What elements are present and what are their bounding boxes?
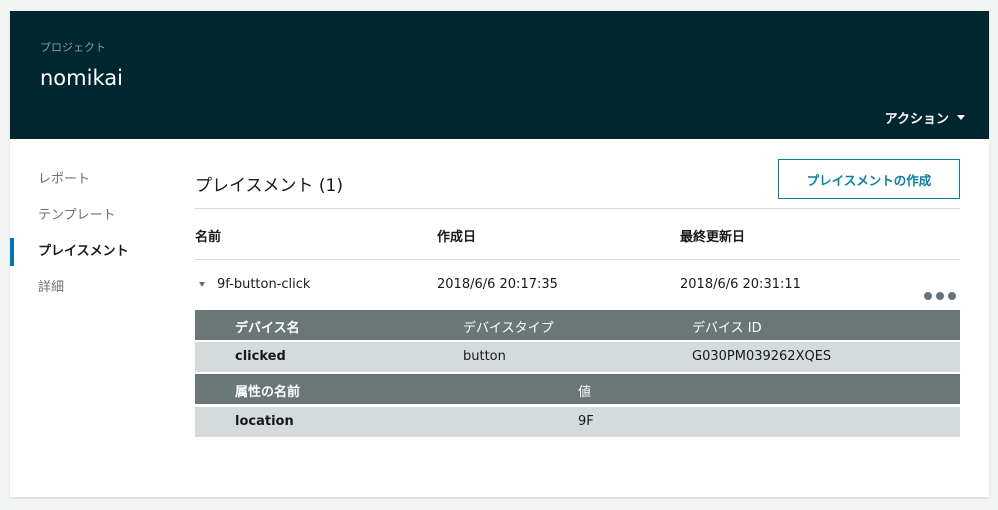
expand-caret-icon[interactable]: [199, 282, 205, 287]
nav-item-templates[interactable]: テンプレート: [10, 202, 180, 238]
actions-label: アクション: [884, 112, 949, 127]
more-options-icon[interactable]: [924, 292, 956, 300]
placement-name[interactable]: 9f-button-click: [217, 277, 310, 292]
nav-item-reports[interactable]: レポート: [10, 166, 180, 202]
nav-item-placements[interactable]: プレイスメント: [10, 238, 180, 274]
device-name-value: clicked: [235, 349, 286, 364]
attribute-name-value: location: [235, 414, 294, 429]
column-header-created[interactable]: 作成日: [437, 226, 476, 245]
device-id-value: G030PM039262XQES: [692, 349, 832, 364]
chevron-down-icon: [957, 115, 965, 120]
device-table-header: デバイス名 デバイスタイプ デバイス ID: [195, 310, 960, 340]
column-header-updated[interactable]: 最終更新日: [680, 226, 745, 245]
dot-icon: [948, 292, 956, 300]
attribute-table-row: location 9F: [195, 407, 960, 437]
device-type-value: button: [463, 349, 506, 364]
create-placement-button[interactable]: プレイスメントの作成: [778, 159, 960, 199]
device-id-header: デバイス ID: [692, 321, 762, 336]
placement-updated: 2018/6/6 20:31:11: [680, 277, 801, 292]
column-header-name[interactable]: 名前: [195, 226, 221, 245]
divider: [195, 208, 960, 209]
breadcrumb[interactable]: プロジェクト: [40, 39, 106, 55]
actions-dropdown[interactable]: アクション: [885, 108, 965, 127]
project-header: プロジェクト nomikai アクション: [10, 11, 989, 139]
attribute-name-header: 属性の名前: [235, 385, 301, 400]
page-title: nomikai: [40, 66, 123, 90]
section-title: プレイスメント (1): [195, 176, 343, 196]
attribute-value-header: 値: [578, 385, 592, 400]
dot-icon: [936, 292, 944, 300]
device-name-header: デバイス名: [235, 321, 300, 336]
device-type-header: デバイスタイプ: [463, 321, 554, 336]
attribute-table-header: 属性の名前 値: [195, 374, 960, 404]
device-table-row: clicked button G030PM039262XQES: [195, 342, 960, 372]
side-nav: レポート テンプレート プレイスメント 詳細: [10, 166, 180, 310]
attribute-value-value: 9F: [578, 414, 594, 429]
dot-icon: [924, 292, 932, 300]
placement-created: 2018/6/6 20:17:35: [437, 277, 558, 292]
divider: [195, 259, 960, 260]
nav-item-details[interactable]: 詳細: [10, 274, 180, 310]
project-card: プロジェクト nomikai アクション レポート テンプレート プレイスメント…: [10, 11, 989, 497]
